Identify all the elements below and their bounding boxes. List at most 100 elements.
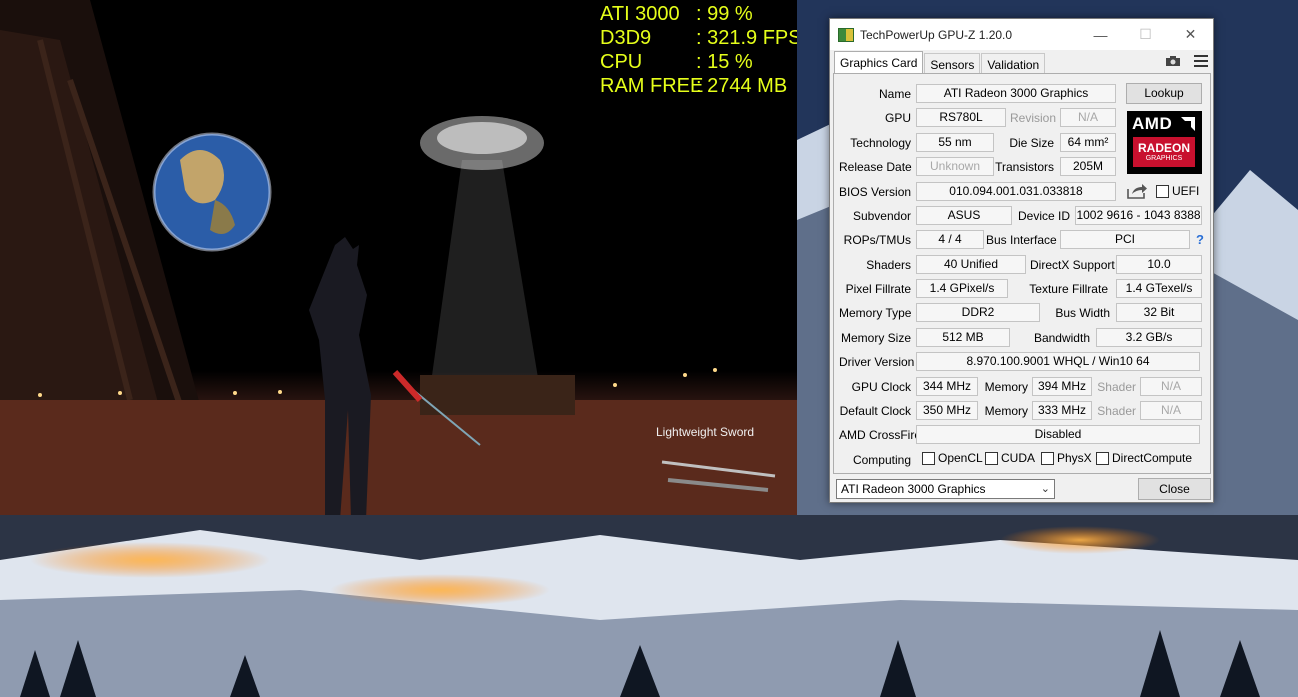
uefi-label: UEFI <box>1172 184 1200 198</box>
graphics-card-panel: Name ATI Radeon 3000 Graphics Lookup GPU… <box>833 73 1211 474</box>
field-device-id[interactable]: 1002 9616 - 1043 8388 <box>1075 206 1202 225</box>
field-memory-size[interactable]: 512 MB <box>916 328 1010 347</box>
item-caption: Lightweight Sword <box>656 425 755 439</box>
field-release-date[interactable]: Unknown <box>916 157 994 176</box>
osd-label: RAM FREE <box>600 75 704 97</box>
cuda-checkbox[interactable]: CUDA <box>985 451 1035 465</box>
label-gpu-shader: Shader <box>1097 380 1136 394</box>
field-gpu-memory[interactable]: 394 MHz <box>1032 377 1092 396</box>
field-gpu-clock[interactable]: 344 MHz <box>916 377 978 396</box>
osd-label: ATI 3000 <box>600 3 680 25</box>
uefi-checkbox[interactable]: UEFI <box>1156 184 1199 198</box>
osd-value: : 15 % <box>696 51 753 73</box>
game-viewport[interactable]: ATI 3000 : 99 % D3D9 : 321.9 FPS CPU : 1… <box>0 0 797 515</box>
directcompute-checkbox[interactable]: DirectCompute <box>1096 451 1192 465</box>
hamburger-menu-icon[interactable] <box>1194 55 1208 67</box>
gpu-select-dropdown[interactable]: ATI Radeon 3000 Graphics ⌄ <box>836 479 1055 499</box>
field-memory-type[interactable]: DDR2 <box>916 303 1040 322</box>
field-bus-interface[interactable]: PCI <box>1060 230 1190 249</box>
logo-sub: GRAPHICS <box>1145 155 1183 162</box>
checkbox-box[interactable] <box>985 451 998 465</box>
help-icon[interactable]: ? <box>1196 232 1204 247</box>
logo-brand: AMD <box>1132 114 1173 133</box>
amd-radeon-logo: AMD RADEON GRAPHICS <box>1127 111 1202 174</box>
label-release-date: Release Date <box>839 160 912 174</box>
label-directx: DirectX Support <box>1030 258 1115 272</box>
osd-value: : 99 % <box>696 3 753 25</box>
label-shaders: Shaders <box>866 258 911 272</box>
label-die-size: Die Size <box>1009 136 1054 150</box>
share-icon[interactable] <box>1126 183 1148 199</box>
label-bus-width: Bus Width <box>1055 306 1110 320</box>
osd-row-gpu: ATI 3000 : 99 % <box>600 2 797 26</box>
checkbox-box[interactable] <box>1041 451 1054 465</box>
label-default-memory: Memory <box>984 404 1028 418</box>
opencl-label: OpenCL <box>938 451 983 465</box>
field-revision[interactable]: N/A <box>1060 108 1116 127</box>
radeon-badge: RADEON GRAPHICS <box>1133 137 1195 167</box>
physx-label: PhysX <box>1057 451 1092 465</box>
tab-sensors[interactable]: Sensors <box>924 53 981 73</box>
logo-product: RADEON <box>1137 141 1190 155</box>
fps-overlay: ATI 3000 : 99 % D3D9 : 321.9 FPS CPU : 1… <box>600 2 797 98</box>
label-memory-size: Memory Size <box>840 331 911 345</box>
field-subvendor[interactable]: ASUS <box>916 206 1012 225</box>
field-bus-width[interactable]: 32 Bit <box>1116 303 1202 322</box>
field-gpu[interactable]: RS780L <box>916 108 1006 127</box>
lookup-button[interactable]: Lookup <box>1126 83 1202 104</box>
physx-checkbox[interactable]: PhysX <box>1041 451 1092 465</box>
maximize-button[interactable]: ☐ <box>1123 19 1168 50</box>
close-window-button[interactable]: ✕ <box>1168 19 1213 50</box>
label-computing: Computing <box>852 453 911 467</box>
checkbox-box[interactable] <box>1096 451 1109 465</box>
label-gpu-clock: GPU Clock <box>851 380 911 394</box>
tab-validation[interactable]: Validation <box>981 53 1046 73</box>
field-texture-fillrate[interactable]: 1.4 GTexel/s <box>1116 279 1202 298</box>
field-driver-version[interactable]: 8.970.100.9001 WHQL / Win10 64 <box>916 352 1200 371</box>
field-bios-version[interactable]: 010.094.001.031.033818 <box>916 182 1116 201</box>
field-rops[interactable]: 4 / 4 <box>916 230 984 249</box>
field-name[interactable]: ATI Radeon 3000 Graphics <box>916 84 1116 103</box>
field-default-clock[interactable]: 350 MHz <box>916 401 978 420</box>
chevron-down-icon: ⌄ <box>1040 483 1050 495</box>
field-die-size[interactable]: 64 mm² <box>1060 133 1116 152</box>
checkbox-box[interactable] <box>1156 184 1169 198</box>
osd-value: : 2744 MB <box>696 75 788 97</box>
amd-arrow-icon <box>1181 117 1195 131</box>
field-technology[interactable]: 55 nm <box>916 133 994 152</box>
label-transistors: Transistors <box>995 160 1054 174</box>
tab-graphics-card[interactable]: Graphics Card <box>834 51 924 73</box>
field-default-shader[interactable]: N/A <box>1140 401 1202 420</box>
label-texture-fillrate: Texture Fillrate <box>1029 282 1108 296</box>
checkbox-box[interactable] <box>922 451 935 465</box>
field-pixel-fillrate[interactable]: 1.4 GPixel/s <box>916 279 1008 298</box>
gpuz-app-icon <box>838 27 854 42</box>
field-transistors[interactable]: 205M <box>1060 157 1116 176</box>
label-name: Name <box>878 87 911 101</box>
gpuz-window[interactable]: TechPowerUp GPU-Z 1.20.0 — ☐ ✕ Graphics … <box>829 18 1214 503</box>
osd-label: D3D9 <box>600 27 652 49</box>
label-driver-version: Driver Version <box>839 355 915 369</box>
field-directx[interactable]: 10.0 <box>1116 255 1202 274</box>
field-crossfire[interactable]: Disabled <box>916 425 1200 444</box>
field-gpu-shader[interactable]: N/A <box>1140 377 1202 396</box>
label-technology: Technology <box>850 136 911 150</box>
osd-value: : 321.9 FPS <box>696 27 797 49</box>
label-revision: Revision <box>1010 111 1057 125</box>
label-gpu: GPU <box>884 111 911 125</box>
minimize-button[interactable]: — <box>1078 19 1123 50</box>
label-bios-version: BIOS Version <box>839 185 912 199</box>
camera-icon[interactable] <box>1165 55 1181 67</box>
label-default-shader: Shader <box>1097 404 1136 418</box>
close-button[interactable]: Close <box>1138 478 1211 500</box>
cuda-label: CUDA <box>1001 451 1036 465</box>
field-shaders[interactable]: 40 Unified <box>916 255 1026 274</box>
title-bar[interactable]: TechPowerUp GPU-Z 1.20.0 — ☐ ✕ <box>830 19 1213 50</box>
bottom-bar: ATI Radeon 3000 Graphics ⌄ Close <box>830 477 1215 503</box>
label-crossfire: AMD CrossFire <box>839 428 922 442</box>
field-default-memory[interactable]: 333 MHz <box>1032 401 1092 420</box>
label-default-clock: Default Clock <box>839 404 911 418</box>
field-bandwidth[interactable]: 3.2 GB/s <box>1096 328 1202 347</box>
opencl-checkbox[interactable]: OpenCL <box>922 451 983 465</box>
label-device-id: Device ID <box>1017 209 1070 223</box>
